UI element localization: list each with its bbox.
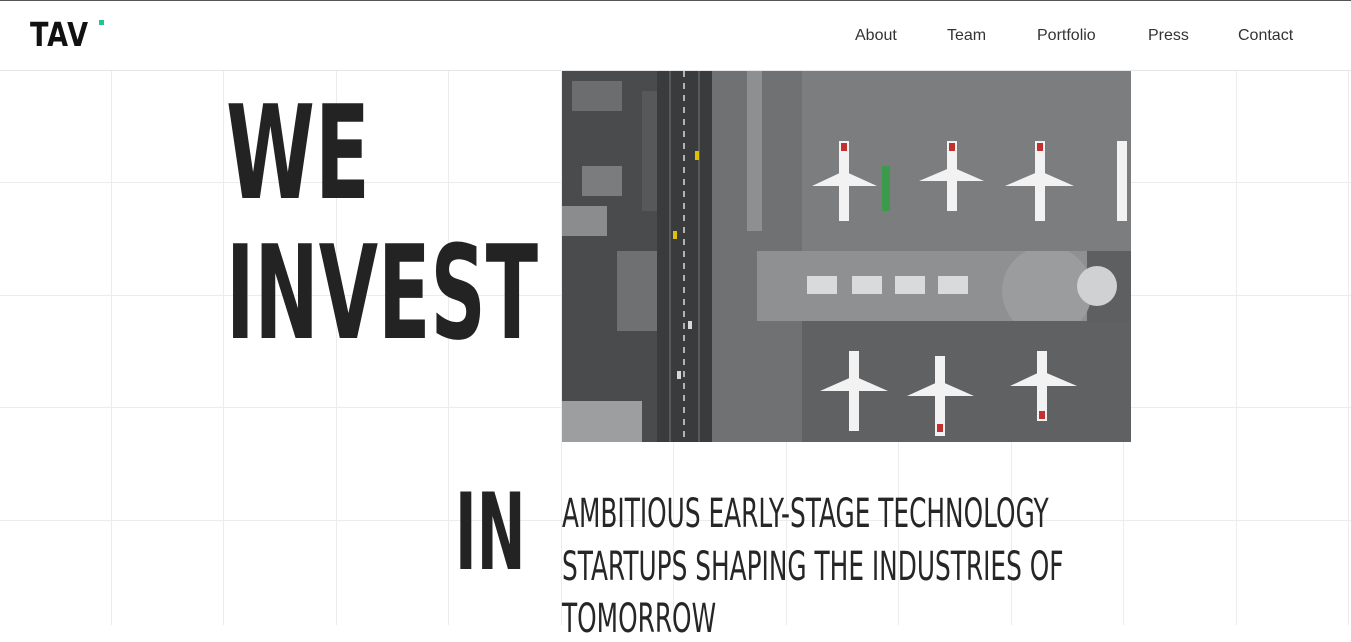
tagline-line-3: TOMORROW	[562, 596, 717, 642]
nav-item-press[interactable]: Press	[1148, 26, 1189, 46]
headline-line-invest: INVEST	[226, 217, 539, 369]
airport-aerial-illustration	[562, 71, 1131, 442]
nav-item-portfolio[interactable]: Portfolio	[1037, 26, 1096, 46]
headline-line-we: WE	[226, 77, 370, 229]
hero-image-airport	[562, 71, 1131, 442]
site-header: TAV About Team Portfolio Press Contact	[0, 1, 1351, 71]
main-nav: About Team Portfolio Press Contact	[0, 26, 1351, 48]
tagline-line-1: AMBITIOUS EARLY-STAGE TECHNOLOGY	[562, 491, 1049, 537]
logo-accent-dot	[99, 20, 104, 25]
in-word: IN	[455, 471, 526, 594]
nav-item-contact[interactable]: Contact	[1238, 26, 1293, 46]
nav-item-about[interactable]: About	[855, 26, 897, 46]
nav-item-team[interactable]: Team	[947, 26, 986, 46]
tagline-line-2: STARTUPS SHAPING THE INDUSTRIES OF	[562, 544, 1064, 590]
